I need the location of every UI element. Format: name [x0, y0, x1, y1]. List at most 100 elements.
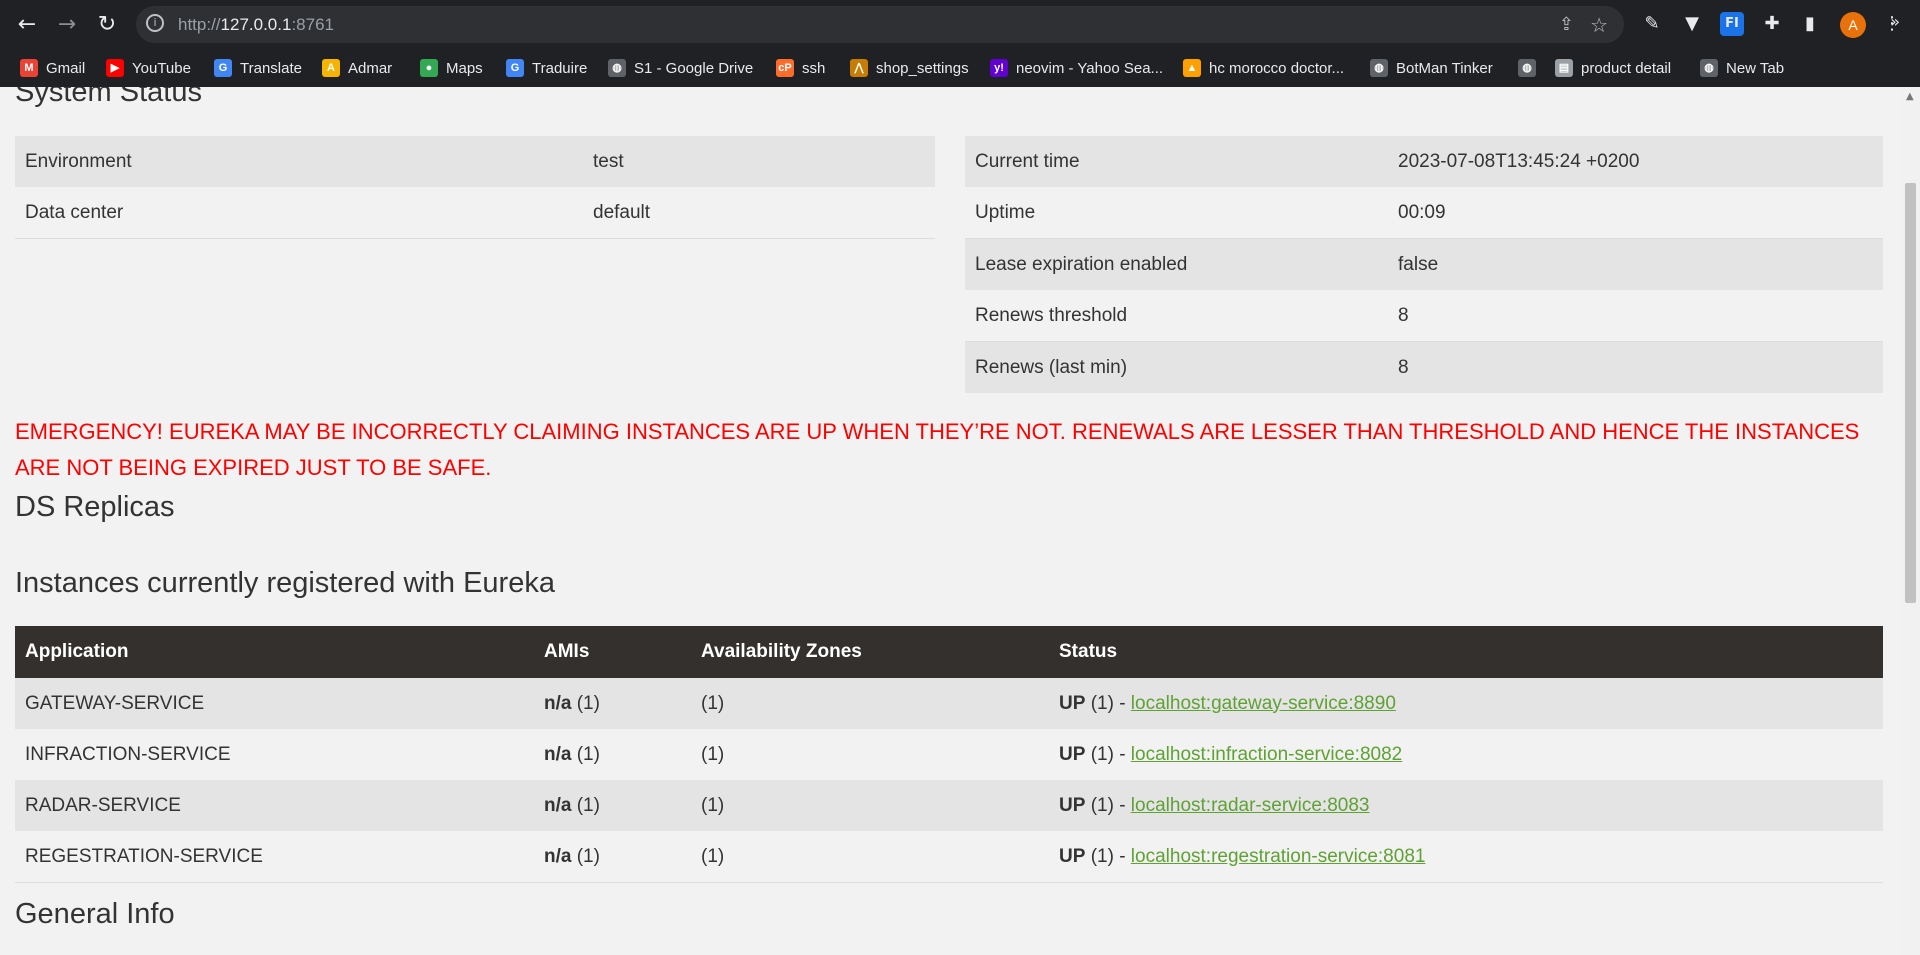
globe-icon: ◍: [1370, 59, 1388, 77]
ami-value: n/a: [544, 743, 572, 765]
instances-title: Instances currently registered with Eure…: [15, 567, 555, 599]
bookmark-label: shop_settings: [876, 59, 969, 77]
ami-count: (1): [576, 743, 600, 765]
system-status-title: System Status: [15, 87, 202, 108]
status-key: Current time: [965, 136, 1388, 187]
instance-row: INFRACTION-SERVICE n/a (1) (1) UP (1) - loc…: [15, 729, 1883, 780]
url-text[interactable]: http://127.0.0.1:8761: [178, 15, 334, 35]
application-name: GATEWAY-SERVICE: [15, 678, 534, 729]
bookmarks-overflow-icon[interactable]: »: [1890, 12, 1900, 31]
maps-icon: ●: [420, 59, 438, 77]
firebase-icon: ▲: [1183, 59, 1201, 77]
status-up: UP: [1059, 692, 1086, 714]
bookmark-label: Traduire: [532, 59, 588, 77]
page-icon: ▤: [1555, 59, 1573, 77]
extension-fi-icon[interactable]: FI: [1720, 12, 1744, 36]
bookmark-item[interactable]: ▶ YouTube: [106, 55, 191, 81]
status-value: test: [583, 136, 935, 187]
status-key: Renews (last min): [965, 341, 1388, 393]
instance-link[interactable]: localhost:gateway-service:8890: [1131, 693, 1396, 714]
admar-icon: A: [322, 59, 340, 77]
bookmark-label: ssh: [802, 59, 826, 77]
system-status-left-table: Environment test Data center default: [15, 136, 935, 239]
reload-icon[interactable]: ↻: [94, 12, 120, 38]
bookmark-item[interactable]: A Admar: [322, 55, 392, 81]
bookmark-label: S1 - Google Drive: [634, 59, 754, 77]
bookmark-item[interactable]: G Translate: [214, 55, 302, 81]
instance-link[interactable]: localhost:regestration-service:8081: [1131, 846, 1426, 867]
bookmarks-bar: M Gmail ▶ YouTube G Translate A Admar ● Maps G Trad…: [0, 49, 1920, 87]
scroll-up-icon[interactable]: ▲: [1906, 91, 1914, 102]
bookmark-label: New Tab: [1726, 59, 1785, 77]
bookmark-star-icon[interactable]: ☆: [1590, 13, 1608, 37]
side-panel-icon[interactable]: ▮: [1798, 12, 1822, 36]
extensions-puzzle-icon[interactable]: ✚: [1760, 12, 1784, 36]
back-icon[interactable]: ←: [14, 12, 40, 38]
bookmark-item[interactable]: G Traduire: [506, 55, 587, 81]
amis-cell: n/a (1): [534, 729, 691, 780]
amis-cell: n/a (1): [534, 780, 691, 831]
zones-cell: (1): [691, 780, 1049, 831]
status-value: 8: [1388, 290, 1883, 342]
bookmark-label: product detail: [1581, 59, 1672, 77]
application-name: RADAR-SERVICE: [15, 780, 534, 831]
bookmark-label: Maps: [446, 59, 483, 77]
bookmark-item[interactable]: ◍ S1 - Google Drive: [608, 55, 753, 81]
forward-icon[interactable]: →: [54, 12, 80, 38]
status-key: Renews threshold: [965, 290, 1388, 342]
bookmark-item[interactable]: ◍ BotMan Tinker: [1370, 55, 1493, 81]
status-count: (1) -: [1090, 743, 1126, 765]
cpanel-icon: cP: [776, 59, 794, 77]
column-header: Availability Zones: [691, 626, 1049, 678]
ds-replicas-title: DS Replicas: [15, 491, 175, 523]
globe-icon: ◍: [1518, 59, 1536, 77]
status-count: (1) -: [1090, 845, 1126, 867]
bookmark-item[interactable]: y! neovim - Yahoo Sea...: [990, 55, 1163, 81]
emergency-warning: EMERGENCY! EUREKA MAY BE INCORRECTLY CLA…: [15, 419, 1860, 480]
bookmark-item[interactable]: cP ssh: [776, 55, 825, 81]
profile-avatar[interactable]: A: [1840, 12, 1866, 38]
page-scrollbar[interactable]: ▲: [1901, 87, 1920, 955]
bookmark-item[interactable]: ⋀ shop_settings: [850, 55, 969, 81]
bookmark-item[interactable]: ▤ product detail: [1555, 55, 1671, 81]
bookmark-label: BotMan Tinker: [1396, 59, 1493, 77]
scrollbar-thumb[interactable]: [1905, 183, 1916, 603]
application-name: INFRACTION-SERVICE: [15, 729, 534, 780]
instance-row: RADAR-SERVICE n/a (1) (1) UP (1) - localhos…: [15, 780, 1883, 831]
instance-link[interactable]: localhost:radar-service:8083: [1131, 795, 1370, 816]
status-row: Data center default: [15, 187, 935, 239]
bookmark-item[interactable]: M Gmail: [20, 55, 85, 81]
ami-value: n/a: [544, 845, 572, 867]
status-key: Data center: [15, 187, 583, 239]
site-info-icon[interactable]: i: [146, 14, 164, 32]
translate-icon: G: [506, 59, 524, 77]
bookmark-item[interactable]: ▲ hc morocco doctor...: [1183, 55, 1344, 81]
status-value: default: [583, 187, 935, 239]
extension-v-icon[interactable]: ▼: [1680, 12, 1704, 36]
bookmark-label: Translate: [240, 59, 302, 77]
translate-icon: G: [214, 59, 232, 77]
bookmark-label: Admar: [348, 59, 393, 77]
ami-count: (1): [576, 845, 600, 867]
bookmark-label: hc morocco doctor...: [1209, 59, 1345, 77]
globe-icon: ◍: [1700, 59, 1718, 77]
status-value: 2023-07-08T13:45:24 +0200: [1388, 136, 1883, 187]
extension-pen-icon[interactable]: ✎: [1640, 12, 1664, 36]
ami-count: (1): [576, 794, 600, 816]
share-icon[interactable]: ⇪: [1559, 14, 1574, 35]
youtube-icon: ▶: [106, 59, 124, 77]
status-row: Uptime 00:09: [965, 187, 1883, 239]
instance-row: REGESTRATION-SERVICE n/a (1) (1) UP (1) - l…: [15, 831, 1883, 883]
instance-link[interactable]: localhost:infraction-service:8082: [1131, 744, 1402, 765]
address-bar[interactable]: i http://127.0.0.1:8761 ⇪ ☆: [136, 6, 1624, 43]
instances-table-header: Application AMIs Availability Zones Status: [15, 626, 1883, 678]
status-value: false: [1388, 238, 1883, 290]
bookmark-label: Gmail: [46, 59, 86, 77]
bookmark-label: YouTube: [132, 59, 191, 77]
bookmark-item[interactable]: ● Maps: [420, 55, 483, 81]
zones-cell: (1): [691, 729, 1049, 780]
browser-toolbar: ← → ↻ i http://127.0.0.1:8761 ⇪ ☆ ✎ ▼ FI…: [0, 0, 1920, 49]
bookmark-item[interactable]: ◍: [1518, 55, 1544, 81]
column-header: AMIs: [534, 626, 691, 678]
bookmark-item[interactable]: ◍ New Tab: [1700, 55, 1784, 81]
